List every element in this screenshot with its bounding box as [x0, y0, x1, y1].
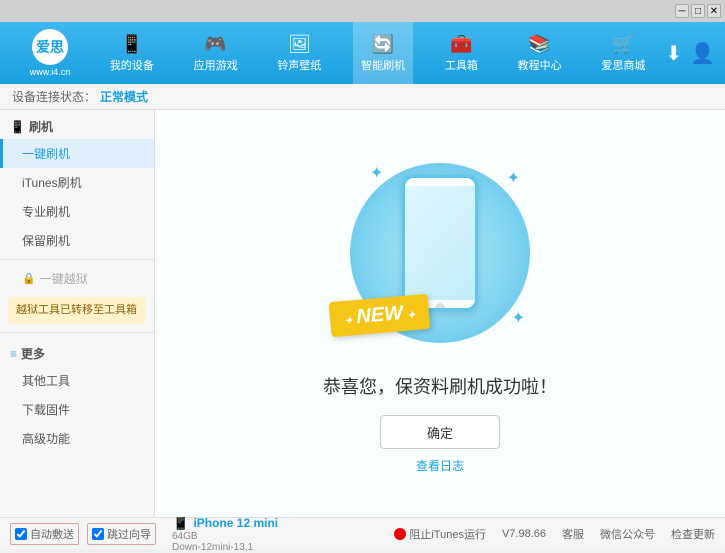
nav-toolbox-label: 工具箱 [445, 57, 478, 73]
nav-toolbox-icon: 🧰 [450, 34, 472, 55]
wechat-link[interactable]: 微信公众号 [600, 526, 655, 542]
lock-icon: 🔒 [22, 272, 36, 285]
sidebar-item-pro-flash[interactable]: 专业刷机 [0, 197, 154, 226]
sidebar-item-advanced[interactable]: 高级功能 [0, 424, 154, 453]
nav-smart-flash[interactable]: 🔄 智能刷机 [353, 22, 413, 84]
sparkle-2: ✦ [507, 168, 520, 188]
nav-apps-games[interactable]: 🎮 应用游戏 [186, 22, 246, 84]
nav-my-device-label: 我的设备 [110, 57, 154, 73]
stop-itunes-button[interactable]: 阻止iTunes运行 [394, 526, 486, 542]
status-bar: 设备连接状态： 正常模式 [0, 84, 725, 110]
sidebar-flash-icon: 📱 [10, 120, 25, 134]
sidebar-item-save-flash[interactable]: 保留刷机 [0, 226, 154, 255]
logo-icon: 爱思 [32, 29, 68, 65]
bottom-left: 自动敷送 跳过向导 📱 iPhone 12 mini 64GB Down-12m… [10, 514, 278, 553]
nav-apps-label: 应用游戏 [194, 57, 238, 73]
content-area: NEW ✦ ✦ ✦ 恭喜您，保资料刷机成功啦！ 确定 查看日志 [155, 110, 725, 517]
nav-toolbox[interactable]: 🧰 工具箱 [437, 22, 486, 84]
title-bar: ─ □ ✕ [0, 0, 725, 22]
sparkle-3: ✦ [512, 308, 525, 328]
header-right-actions: ⬇ 👤 [665, 41, 715, 66]
view-log-link[interactable]: 查看日志 [416, 457, 464, 474]
maximize-button[interactable]: □ [691, 4, 705, 18]
status-label: 设备连接状态： [12, 88, 96, 105]
main-layout: 📱 刷机 一键刷机 iTunes刷机 专业刷机 保留刷机 🔒 一键越狱 越狱工具… [0, 110, 725, 517]
auto-send-checkbox[interactable]: 自动敷送 [10, 523, 79, 545]
auto-send-input[interactable] [15, 528, 27, 540]
nav-tutorials-icon: 📚 [528, 34, 550, 55]
sparkle-1: ✦ [370, 163, 383, 183]
header: 爱思 www.i4.cn 📱 我的设备 🎮 应用游戏 🖼 铃声壁纸 🔄 智能刷机… [0, 22, 725, 84]
nav-bar: 📱 我的设备 🎮 应用游戏 🖼 铃声壁纸 🔄 智能刷机 🧰 工具箱 📚 教程中心… [90, 22, 665, 84]
sidebar-notice: 越狱工具已转移至工具箱 [8, 297, 146, 324]
nav-apps-icon: 🎮 [204, 34, 226, 55]
device-storage: 64GB [172, 531, 278, 542]
nav-shop[interactable]: 🛒 爱思商城 [593, 22, 653, 84]
nav-shop-label: 爱思商城 [601, 57, 645, 73]
nav-wallpaper[interactable]: 🖼 铃声壁纸 [269, 22, 329, 84]
nav-tutorials[interactable]: 📚 教程中心 [510, 22, 570, 84]
support-link[interactable]: 客服 [562, 526, 584, 542]
device-info: 📱 iPhone 12 mini 64GB Down-12mini-13,1 [172, 514, 278, 553]
minimize-button[interactable]: ─ [675, 4, 689, 18]
phone-illustration: NEW ✦ ✦ ✦ [340, 153, 540, 353]
status-value: 正常模式 [100, 88, 148, 105]
sidebar-divider-2 [0, 332, 154, 333]
nav-wallpaper-label: 铃声壁纸 [277, 57, 321, 73]
sidebar-item-one-key-flash[interactable]: 一键刷机 [0, 139, 154, 168]
confirm-button[interactable]: 确定 [380, 415, 500, 449]
nav-smart-flash-icon: 🔄 [372, 34, 394, 55]
skip-wizard-checkbox[interactable]: 跳过向导 [87, 523, 156, 545]
auto-send-label: 自动敷送 [30, 526, 74, 542]
sidebar-item-other-tools[interactable]: 其他工具 [0, 366, 154, 395]
sidebar-item-download-firmware[interactable]: 下载固件 [0, 395, 154, 424]
nav-my-device[interactable]: 📱 我的设备 [102, 22, 162, 84]
nav-shop-icon: 🛒 [612, 34, 634, 55]
sidebar-more-icon: ≡ [10, 347, 17, 361]
download-button[interactable]: ⬇ [665, 41, 682, 66]
nav-smart-flash-label: 智能刷机 [361, 57, 405, 73]
sidebar-jailbreak-header: 🔒 一键越狱 [0, 264, 154, 293]
nav-my-device-icon: 📱 [121, 34, 143, 55]
sidebar: 📱 刷机 一键刷机 iTunes刷机 专业刷机 保留刷机 🔒 一键越狱 越狱工具… [0, 110, 155, 517]
stop-icon [394, 528, 406, 540]
close-button[interactable]: ✕ [707, 4, 721, 18]
nav-tutorials-label: 教程中心 [518, 57, 562, 73]
device-firmware: Down-12mini-13,1 [172, 542, 278, 553]
sidebar-flash-header: 📱 刷机 [0, 110, 154, 139]
sidebar-divider-1 [0, 259, 154, 260]
skip-wizard-input[interactable] [92, 528, 104, 540]
phone-home-button [435, 303, 445, 311]
stop-itunes-label: 阻止iTunes运行 [409, 526, 486, 542]
bottom-right: 阻止iTunes运行 V7.98.66 客服 微信公众号 检查更新 [394, 526, 715, 542]
check-update-link[interactable]: 检查更新 [671, 526, 715, 542]
nav-wallpaper-icon: 🖼 [288, 34, 311, 55]
success-text: 恭喜您，保资料刷机成功啦！ [323, 373, 557, 399]
phone-screen [405, 186, 475, 300]
user-button[interactable]: 👤 [690, 41, 715, 66]
logo-subtext: www.i4.cn [30, 67, 71, 77]
skip-wizard-label: 跳过向导 [107, 526, 151, 542]
sidebar-item-itunes-flash[interactable]: iTunes刷机 [0, 168, 154, 197]
logo-area: 爱思 www.i4.cn [10, 29, 90, 77]
bottom-bar: 自动敷送 跳过向导 📱 iPhone 12 mini 64GB Down-12m… [0, 517, 725, 549]
version-label: V7.98.66 [502, 528, 546, 540]
sidebar-more-header: ≡ 更多 [0, 337, 154, 366]
phone-body [402, 175, 478, 311]
